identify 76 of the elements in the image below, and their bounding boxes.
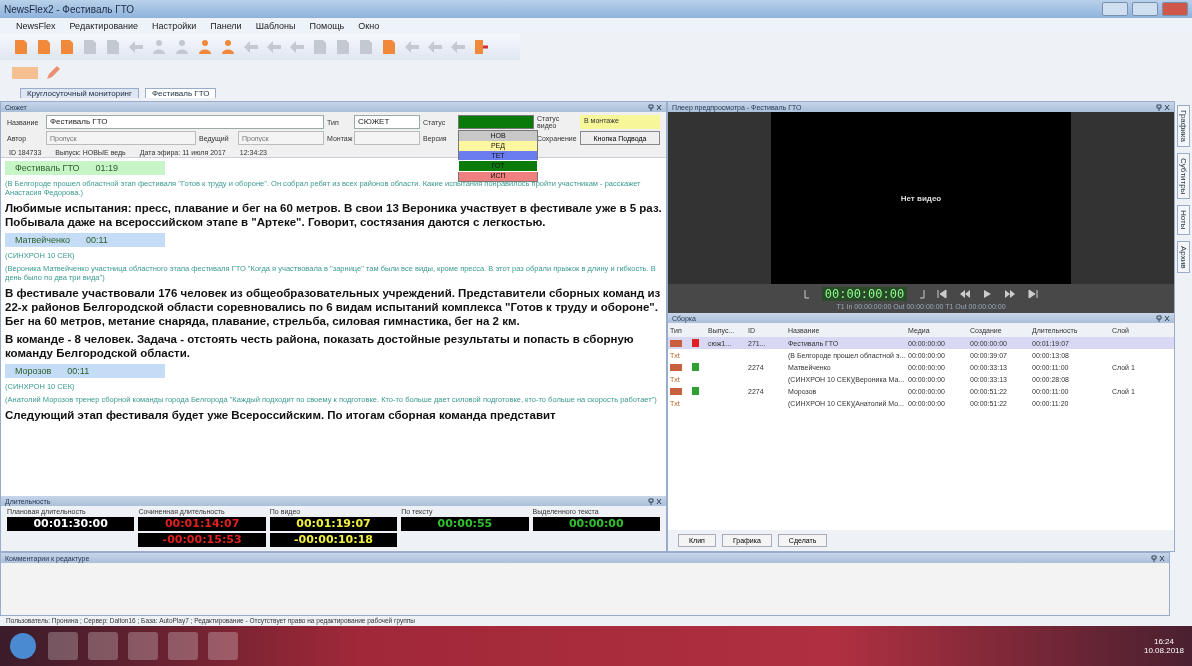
script-text: В команде - 8 человек. Задача - отстоять честь района, показать достойные результаты и попасть в сборную команду Белгородской области. bbox=[5, 332, 635, 360]
pin-close-icon[interactable] bbox=[648, 497, 662, 505]
duration-display: 00:01:30:00 bbox=[7, 517, 135, 531]
segment-time: 00:11 bbox=[85, 235, 108, 245]
mark-in-icon[interactable] bbox=[803, 289, 810, 299]
menu-item[interactable]: Помощь bbox=[309, 21, 345, 31]
menu-item[interactable]: Редактирование bbox=[69, 21, 139, 31]
type-dropdown[interactable]: СЮЖЕТ bbox=[354, 115, 420, 129]
fast-forward-icon[interactable] bbox=[1004, 289, 1017, 299]
status-dropdown[interactable] bbox=[458, 115, 534, 129]
window-title: NewsFlex2 - Фестиваль ГТО bbox=[4, 3, 136, 15]
mark-out-icon[interactable] bbox=[919, 289, 926, 299]
timecode-display: 00:00:00:00 bbox=[821, 287, 908, 301]
document-tab[interactable]: Фестиваль ГТО bbox=[144, 88, 217, 98]
minimize-button[interactable] bbox=[1102, 2, 1128, 16]
page-icon[interactable] bbox=[12, 38, 30, 56]
taskbar-icon[interactable] bbox=[48, 632, 78, 660]
close-button[interactable] bbox=[1162, 2, 1188, 16]
edit-field[interactable] bbox=[354, 131, 420, 145]
duration-display: -00:00:10:18 bbox=[269, 533, 398, 547]
page-icon[interactable] bbox=[35, 38, 53, 56]
duration-display: 00:00:00 bbox=[532, 517, 660, 531]
skip-forward-icon[interactable] bbox=[1028, 289, 1039, 299]
person-icon[interactable] bbox=[219, 38, 237, 56]
start-icon[interactable] bbox=[8, 631, 38, 661]
duration-display: 00:00:55 bbox=[401, 517, 529, 531]
taskbar-icon[interactable] bbox=[88, 632, 118, 660]
segment-time: 00:11 bbox=[67, 366, 90, 376]
segment-header[interactable]: Матвейченко 00:11 bbox=[5, 233, 165, 247]
film-icon bbox=[670, 338, 682, 348]
side-tab[interactable]: Субтитры bbox=[1177, 152, 1190, 200]
menu-item[interactable]: Шаблоны bbox=[255, 21, 296, 31]
taskbar-icon[interactable] bbox=[208, 632, 238, 660]
no-video-text: Нет видео bbox=[900, 193, 942, 203]
film-icon bbox=[670, 362, 682, 372]
segment-time: 01:19 bbox=[95, 163, 119, 173]
skip-back-icon[interactable] bbox=[937, 289, 948, 299]
script-text: Любимые испытания: пресс, плавание и бег на 60 метров. В свои 13 Вероника участвует в фестивале уже в 5 раз. Побывала даже на всероссийском этапе в "Артеке". Говорит, состязания даются с легкостью. bbox=[5, 201, 662, 229]
person-icon[interactable] bbox=[196, 38, 214, 56]
menu-item[interactable]: NewsFlex bbox=[16, 21, 56, 31]
date-text: 10.08.2018 bbox=[1143, 646, 1184, 655]
segment-header[interactable]: Морозов 00:11 bbox=[5, 364, 165, 378]
script-text: Следующий этап фестиваля будет уже Всероссийским. По итогам сборная команда представит bbox=[5, 408, 557, 422]
script-editor[interactable] bbox=[1, 158, 666, 496]
taskbar-icon[interactable] bbox=[128, 632, 158, 660]
segment-title: Фестиваль ГТО bbox=[15, 163, 80, 173]
script-text: В фестивале участвовали 176 человек из общеобразовательных учреждений. Представители сборных команд из 22-х районов Белгородской области соревновались по 6 видам испытаний комплекса "Готов к труду и обороне". Бег на 60 метров, метание снаряда, плавание, стрельба, силовая гимнастика, бег на 2 км. bbox=[5, 286, 662, 328]
page-icon[interactable] bbox=[380, 38, 398, 56]
pin-close-icon[interactable] bbox=[1151, 554, 1165, 562]
page-icon[interactable] bbox=[10, 64, 40, 82]
side-tab[interactable]: Графика bbox=[1177, 105, 1190, 147]
duration-display: -00:00:15:53 bbox=[138, 533, 266, 547]
duration-display: 00:01:14:07 bbox=[138, 517, 266, 531]
pencil-icon[interactable] bbox=[44, 64, 62, 82]
page-icon[interactable] bbox=[58, 38, 76, 56]
film-icon bbox=[670, 386, 682, 396]
maximize-button[interactable] bbox=[1132, 2, 1158, 16]
pin-close-icon[interactable] bbox=[1156, 314, 1170, 322]
side-tab[interactable]: Ноты bbox=[1177, 205, 1190, 235]
name-field[interactable]: Фестиваль ГТО bbox=[46, 115, 324, 129]
segment-title: Морозов bbox=[15, 366, 52, 376]
menu-item[interactable]: Панели bbox=[210, 21, 242, 31]
segment-header[interactable]: Фестиваль ГТО 01:19 bbox=[5, 161, 165, 175]
document-tab[interactable]: Круглосуточный мониторинг bbox=[20, 88, 139, 98]
play-icon[interactable] bbox=[983, 289, 993, 299]
segment-title: Матвейченко bbox=[15, 235, 70, 245]
pin-close-icon[interactable] bbox=[1156, 103, 1170, 111]
duration-display: 00:01:19:07 bbox=[269, 517, 398, 531]
rewind-icon[interactable] bbox=[959, 289, 972, 299]
door-icon[interactable] bbox=[472, 38, 490, 56]
menu-item[interactable]: Окно bbox=[358, 21, 380, 31]
taskbar-icon[interactable] bbox=[168, 632, 198, 660]
pin-close-icon[interactable] bbox=[648, 103, 662, 111]
clock-text: 16:24 bbox=[1153, 637, 1174, 646]
menu-item[interactable]: Настройки bbox=[152, 21, 197, 31]
side-tab[interactable]: Архив bbox=[1177, 240, 1190, 274]
